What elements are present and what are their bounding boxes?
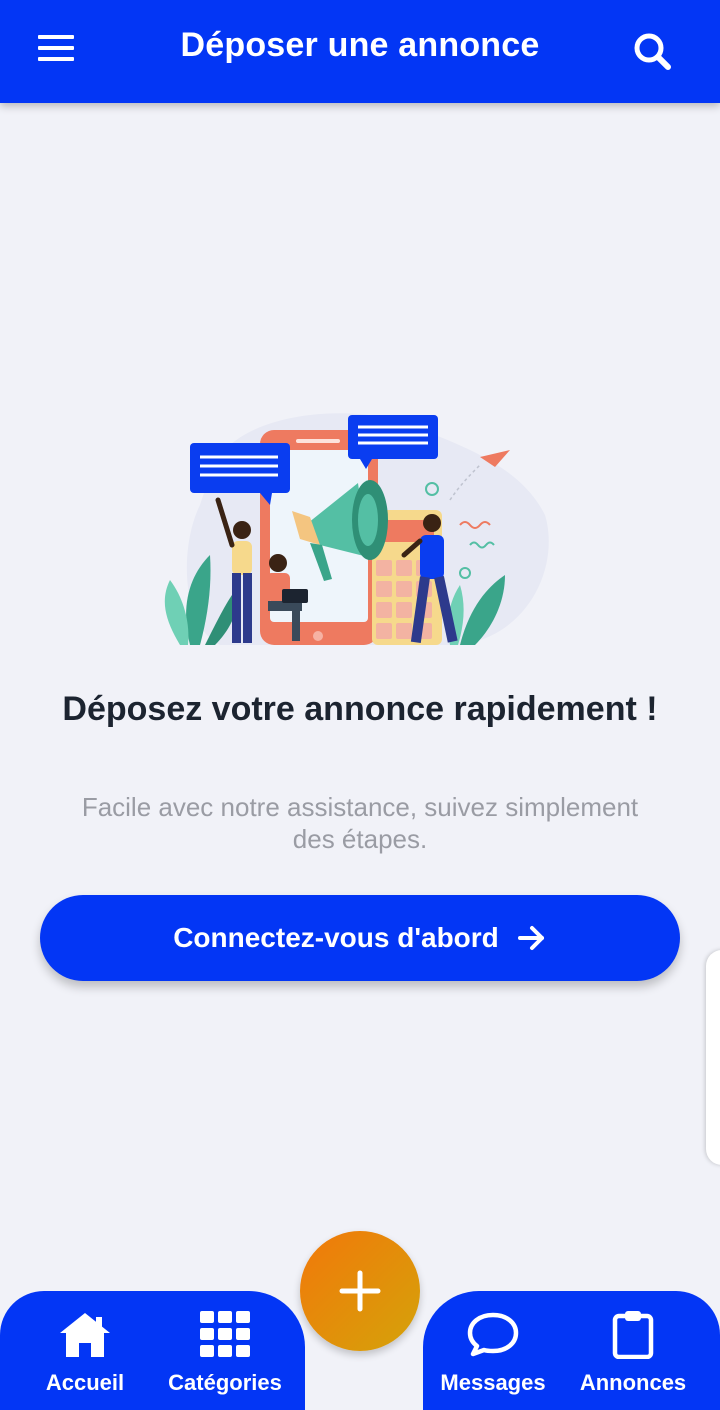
headline: Déposez votre annonce rapidement ! xyxy=(62,690,658,728)
nav-item-categories[interactable]: Catégories xyxy=(155,1306,295,1402)
plus-icon xyxy=(339,1270,381,1312)
page-title: Déposer une annonce xyxy=(180,26,540,64)
nav-item-annonces[interactable]: Annonces xyxy=(563,1306,703,1402)
subtitle: Facile avec notre assistance, suivez sim… xyxy=(81,792,639,854)
nav-label: Messages xyxy=(440,1370,546,1395)
megaphone-announcement-illustration xyxy=(160,405,560,655)
side-drawer-handle[interactable] xyxy=(706,950,720,1165)
arrow-right-icon xyxy=(517,926,544,950)
login-first-button[interactable]: Connectez-vous d'abord xyxy=(40,895,680,981)
login-first-label: Connectez-vous d'abord xyxy=(173,922,499,953)
nav-item-accueil[interactable]: Accueil xyxy=(15,1306,155,1402)
grid-icon xyxy=(200,1311,250,1357)
search-button[interactable] xyxy=(626,26,678,78)
nav-label: Accueil xyxy=(45,1370,125,1395)
search-icon xyxy=(634,33,671,70)
nav-label: Catégories xyxy=(168,1370,282,1395)
home-icon xyxy=(60,1313,110,1357)
nav-item-messages[interactable]: Messages xyxy=(423,1306,563,1402)
app-bar: Déposer une annonce xyxy=(0,0,720,103)
add-listing-fab[interactable] xyxy=(300,1231,420,1351)
nav-label: Annonces xyxy=(579,1370,687,1395)
chat-bubble-icon xyxy=(467,1312,519,1357)
clipboard-icon xyxy=(612,1311,654,1359)
